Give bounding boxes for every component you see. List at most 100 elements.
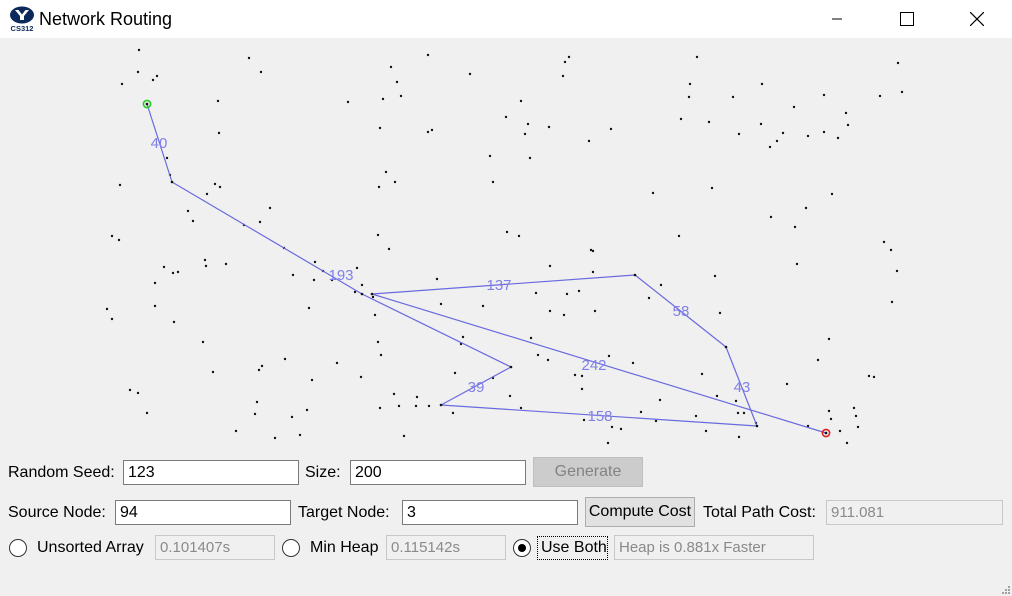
svg-text:CS312: CS312: [11, 24, 34, 32]
size-input[interactable]: [350, 460, 526, 485]
graph-node: [216, 99, 220, 103]
graph-node: [736, 411, 740, 415]
graph-node: [491, 180, 495, 184]
close-button[interactable]: [954, 0, 1000, 38]
graph-node: [707, 120, 711, 124]
graph-node: [415, 395, 419, 399]
graph-node: [827, 337, 831, 341]
graph-node: [307, 306, 311, 310]
graph-node: [155, 74, 159, 78]
edge-cost-label: 137: [486, 277, 511, 294]
graph-node: [795, 262, 799, 266]
graph-node: [688, 82, 692, 86]
graph-node: [830, 192, 834, 196]
source-node-label: Source Node:: [8, 504, 106, 521]
graph-node: [291, 273, 295, 277]
graph-node: [547, 125, 551, 129]
path-node: [633, 273, 637, 277]
graph-node: [260, 364, 264, 368]
graph-node: [162, 265, 166, 269]
graph-node: [151, 78, 155, 82]
graph-node: [176, 270, 180, 274]
random-seed-label: Random Seed:: [8, 464, 115, 481]
edge-cost-label: 39: [468, 379, 485, 396]
graph-node: [534, 291, 538, 295]
graph-node: [283, 357, 287, 361]
graph-node: [186, 209, 190, 213]
graph-node: [591, 249, 595, 253]
graph-node: [359, 375, 363, 379]
graph-node: [896, 61, 900, 65]
graph-node: [397, 404, 401, 408]
graph-node: [900, 90, 904, 94]
graph-node: [153, 304, 157, 308]
graph-node: [769, 215, 773, 219]
graph-node: [844, 111, 848, 115]
graph-node: [305, 408, 309, 412]
graph-node: [346, 100, 350, 104]
compute-cost-button[interactable]: Compute Cost: [585, 497, 695, 527]
graph-node: [508, 394, 512, 398]
min-heap-radio[interactable]: [282, 539, 300, 557]
graph-node: [255, 400, 259, 404]
graph-node: [658, 398, 662, 402]
graph-node: [793, 225, 797, 229]
generate-button[interactable]: Generate: [533, 457, 643, 487]
graph-node: [211, 370, 215, 374]
graph-node: [517, 234, 521, 238]
graph-node: [171, 271, 175, 275]
graph-node: [105, 307, 109, 311]
graph-node: [734, 399, 738, 403]
graph-node: [827, 409, 831, 413]
graph-node: [204, 264, 208, 268]
unsorted-array-radio[interactable]: [9, 539, 27, 557]
graph-node: [379, 353, 383, 357]
path-node: [755, 424, 759, 428]
graph-node: [854, 414, 858, 418]
graph-node: [335, 361, 339, 365]
graph-node: [895, 269, 899, 273]
random-seed-input[interactable]: [123, 460, 299, 485]
graph-node: [523, 132, 527, 136]
graph-node: [872, 375, 876, 379]
graph-node: [402, 434, 406, 438]
path-node: [724, 345, 728, 349]
graph-node: [760, 82, 764, 86]
path-edge: [361, 293, 512, 368]
graph-node: [205, 192, 209, 196]
minimize-button[interactable]: [814, 0, 860, 38]
minimize-icon: [832, 18, 842, 20]
graph-node: [781, 131, 785, 135]
graph-node: [836, 136, 840, 140]
graph-node: [606, 441, 610, 445]
graph-node: [392, 392, 396, 396]
graph-node: [399, 94, 403, 98]
graph-node: [659, 283, 663, 287]
graph-node: [310, 378, 314, 382]
graph-node: [468, 72, 472, 76]
graph-node: [639, 410, 643, 414]
use-both-label[interactable]: Use Both: [541, 539, 607, 557]
edge-cost-label: 58: [673, 303, 690, 320]
unsorted-array-label[interactable]: Unsorted Array: [37, 539, 144, 557]
source-node-input[interactable]: [115, 500, 291, 525]
target-node-input[interactable]: [402, 500, 578, 525]
graph-node: [110, 234, 114, 238]
min-heap-label[interactable]: Min Heap: [310, 539, 378, 557]
graph-node: [312, 278, 316, 282]
path-node: [360, 292, 364, 296]
graph-node: [561, 74, 565, 78]
use-both-radio[interactable]: [513, 539, 531, 557]
total-path-cost-field: [826, 500, 1003, 525]
graph-node: [816, 358, 820, 362]
resize-grip-icon[interactable]: [1000, 584, 1010, 594]
graph-node: [619, 427, 623, 431]
graph-node: [580, 387, 584, 391]
maximize-button[interactable]: [884, 0, 930, 38]
graph-node: [247, 56, 251, 60]
edge-cost-label: 242: [581, 357, 606, 374]
graph-node: [313, 260, 317, 264]
graph-node: [878, 94, 882, 98]
graph-node: [273, 436, 277, 440]
graph-node: [768, 145, 772, 149]
